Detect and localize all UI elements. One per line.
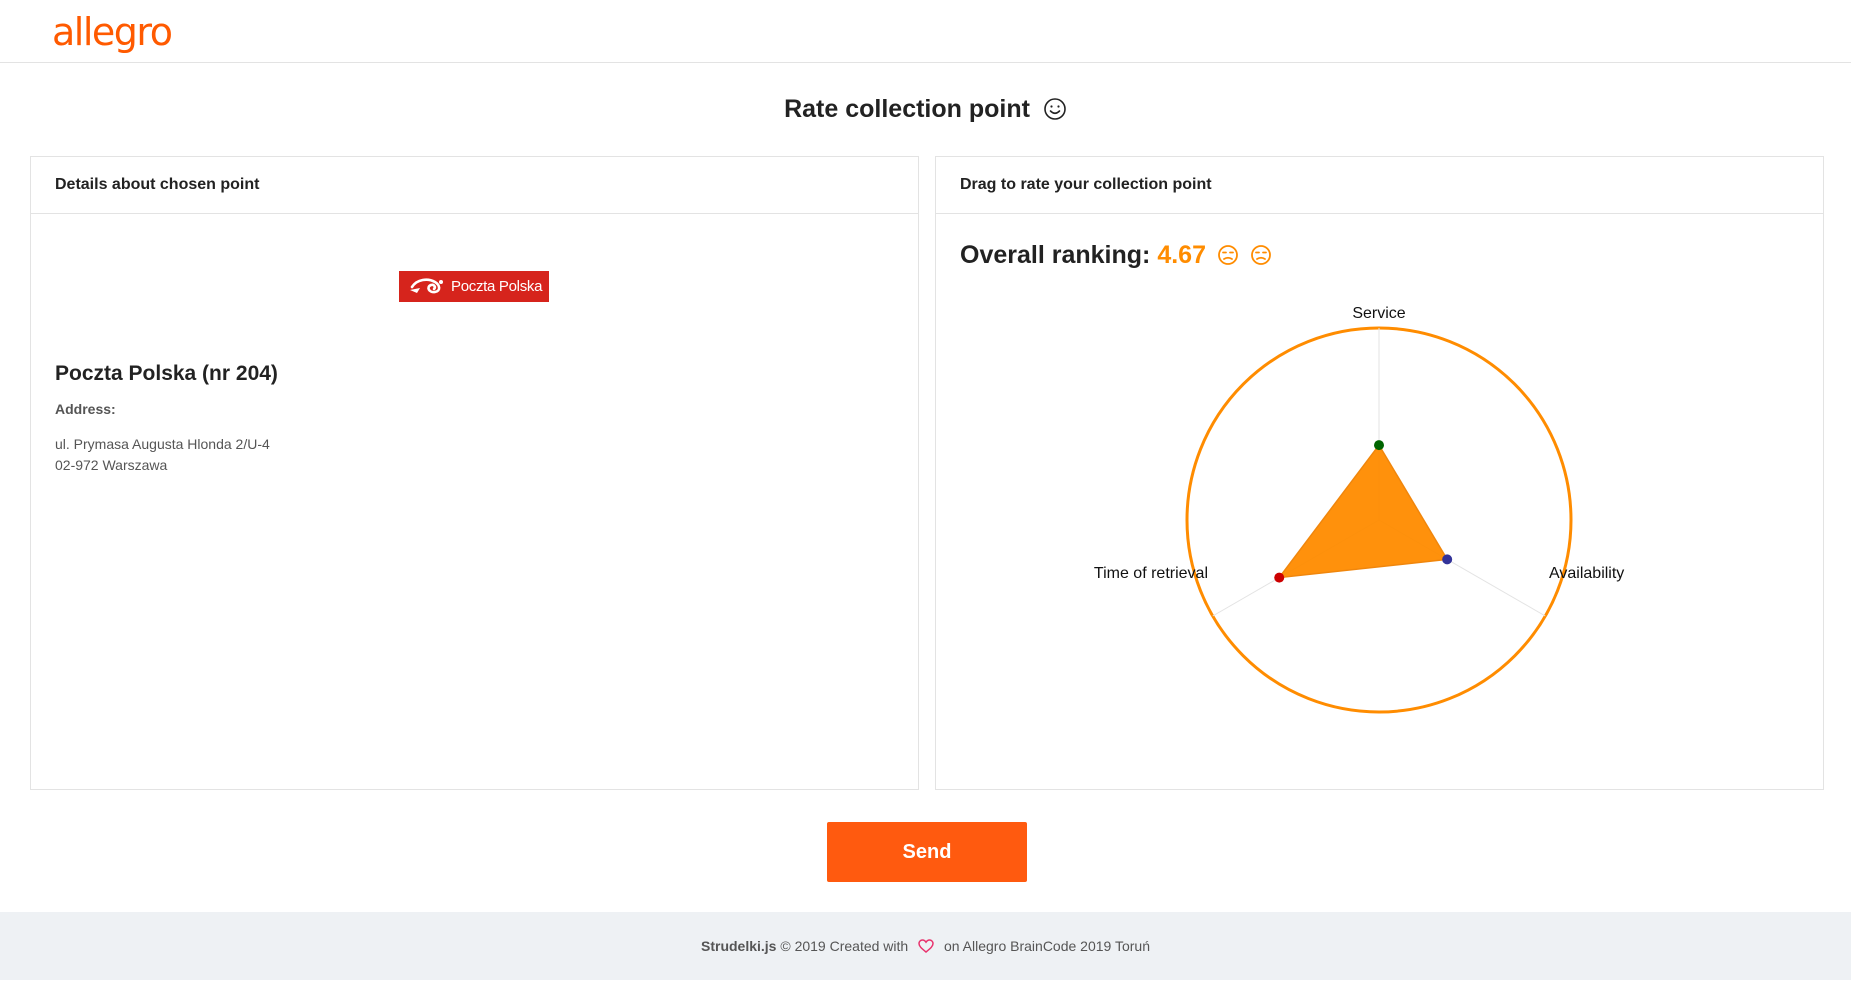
time-of-retrieval-handle[interactable] xyxy=(1274,572,1285,583)
point-name: Poczta Polska (nr 204) xyxy=(55,362,278,385)
top-header: allegro xyxy=(0,0,1851,63)
point-details-heading: Details about chosen point xyxy=(31,157,918,214)
footer: Strudelki.js © 2019 Created with on Alle… xyxy=(0,912,1851,980)
rating-panel: Drag to rate your collection point Overa… xyxy=(935,156,1824,790)
footer-brand[interactable]: Strudelki.js xyxy=(701,938,776,954)
send-button[interactable]: Send xyxy=(827,822,1027,882)
heart-icon xyxy=(918,914,934,982)
point-details-panel: Details about chosen point Poczta Polska… xyxy=(30,156,919,790)
allegro-logo[interactable]: allegro xyxy=(52,8,173,56)
axis-label-availability: Availability xyxy=(1549,565,1624,582)
axis-label-service: Service xyxy=(1352,305,1405,322)
poczta-polska-logo: Poczta Polska xyxy=(399,271,549,302)
rating-radar-chart[interactable]: Service Availability Time of retrieval xyxy=(936,157,1823,789)
poczta-polska-logo-text: Poczta Polska xyxy=(451,278,543,295)
address-label: Address: xyxy=(55,401,116,417)
post-horn-icon xyxy=(410,278,443,294)
footer-text-after: on Allegro BrainCode 2019 Toruń xyxy=(943,938,1150,954)
address-line-street: ul. Prymasa Augusta Hlonda 2/U-4 xyxy=(55,436,270,452)
page-title: Rate collection point xyxy=(0,92,1851,130)
smiley-icon xyxy=(1043,96,1067,130)
page-title-text: Rate collection point xyxy=(784,95,1030,123)
axis-label-time-of-retrieval: Time of retrieval xyxy=(1094,565,1208,582)
availability-handle[interactable] xyxy=(1442,554,1453,565)
address-line-city: 02-972 Warszawa xyxy=(55,457,168,473)
footer-text-before: © 2019 Created with xyxy=(780,938,909,954)
service-handle[interactable] xyxy=(1374,440,1384,451)
rating-area xyxy=(1277,443,1449,579)
